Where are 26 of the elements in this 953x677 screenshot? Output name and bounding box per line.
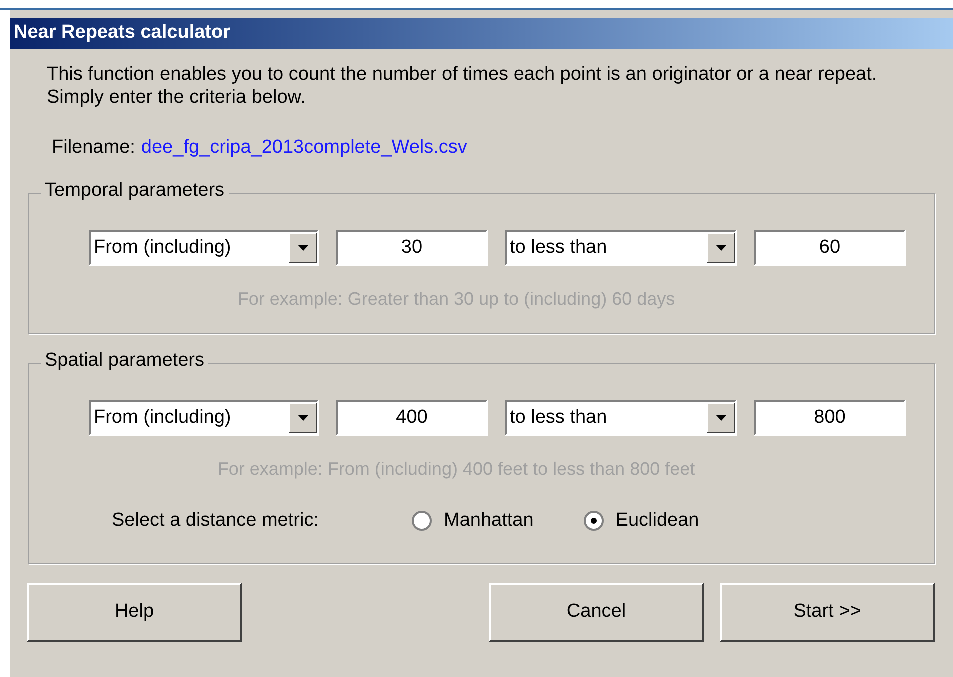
group-title: Temporal parameters (41, 180, 229, 200)
caret-icon (289, 402, 317, 432)
dropdown[interactable]: to less than (505, 230, 737, 266)
cancel-button[interactable]: Cancel (489, 582, 704, 642)
input-field[interactable]: 30 (336, 230, 488, 266)
metric-label: Select a distance metric: (112, 508, 320, 532)
radio-option[interactable]: Manhattan (412, 506, 534, 535)
help-button[interactable]: Help (27, 582, 242, 642)
input-field[interactable]: 60 (754, 230, 906, 266)
filename-label: Filename: (52, 136, 136, 160)
caret-icon (707, 232, 735, 262)
start-button[interactable]: Start >> (720, 582, 935, 642)
radio-button[interactable] (584, 510, 604, 531)
intro-text: This function enables you to count the number of times each point is an originator or a near repeat. Simply enter the criteria below. (46, 63, 878, 109)
dropdown[interactable]: From (including) (89, 400, 319, 436)
window-title: Near Repeats calculator (14, 21, 230, 46)
caret-icon (289, 232, 317, 262)
caret-icon (707, 402, 735, 432)
dropdown[interactable]: From (including) (89, 230, 319, 266)
input-field[interactable]: 400 (336, 400, 488, 436)
group-title: Spatial parameters (41, 350, 208, 370)
radio-option[interactable]: Euclidean (584, 506, 700, 535)
radio-button[interactable] (412, 510, 432, 531)
input-field[interactable]: 800 (754, 400, 906, 436)
dropdown[interactable]: to less than (505, 400, 737, 436)
filename-value: dee_fg_cripa_2013complete_Wels.csv (141, 136, 468, 160)
